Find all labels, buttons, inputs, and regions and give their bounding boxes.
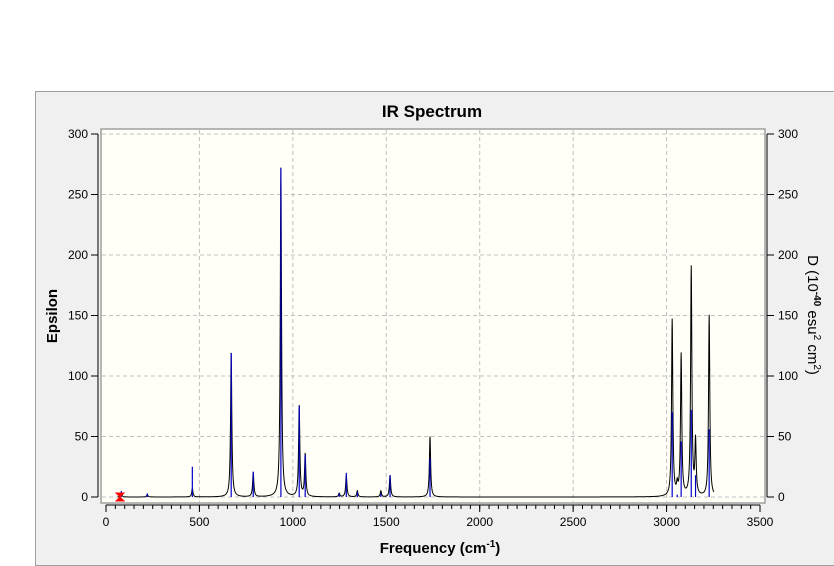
y2-tick-label: 300 <box>778 127 798 141</box>
y2-tick-label: 0 <box>778 490 785 504</box>
x-tick-label: 500 <box>189 515 209 529</box>
y2-axis-label: D (10-40 esu2 cm2) <box>804 255 822 375</box>
y-tick-label: 200 <box>68 248 88 262</box>
x-axis-label: Frequency (cm-1) <box>380 539 501 557</box>
y2-tick-label: 100 <box>778 369 798 383</box>
y2-tick-label: 250 <box>778 188 798 202</box>
x-tick-label: 0 <box>103 515 110 529</box>
y-tick-label: 250 <box>68 188 88 202</box>
x-tick-label: 2000 <box>466 515 493 529</box>
y2-tick-label: 200 <box>778 248 798 262</box>
x-tick-label: 1500 <box>373 515 400 529</box>
x-tick-label: 3000 <box>653 515 680 529</box>
y2-tick-label: 150 <box>778 309 798 323</box>
x-tick-label: 1000 <box>280 515 307 529</box>
y-tick-label: 0 <box>81 490 88 504</box>
y-tick-label: 50 <box>75 430 89 444</box>
x-tick-label: 3500 <box>747 515 774 529</box>
y-axis-label: Epsilon <box>44 289 61 343</box>
y-tick-label: 100 <box>68 369 88 383</box>
y-tick-label: 300 <box>68 127 88 141</box>
y-tick-label: 150 <box>68 309 88 323</box>
ir-spectrum-chart: IR Spectrum 0 500 1000 1500 2000 2500 3000 3500… <box>44 102 822 557</box>
x-tick-label: 2500 <box>560 515 587 529</box>
chart-title: IR Spectrum <box>382 102 482 121</box>
y2-tick-label: 50 <box>778 430 792 444</box>
